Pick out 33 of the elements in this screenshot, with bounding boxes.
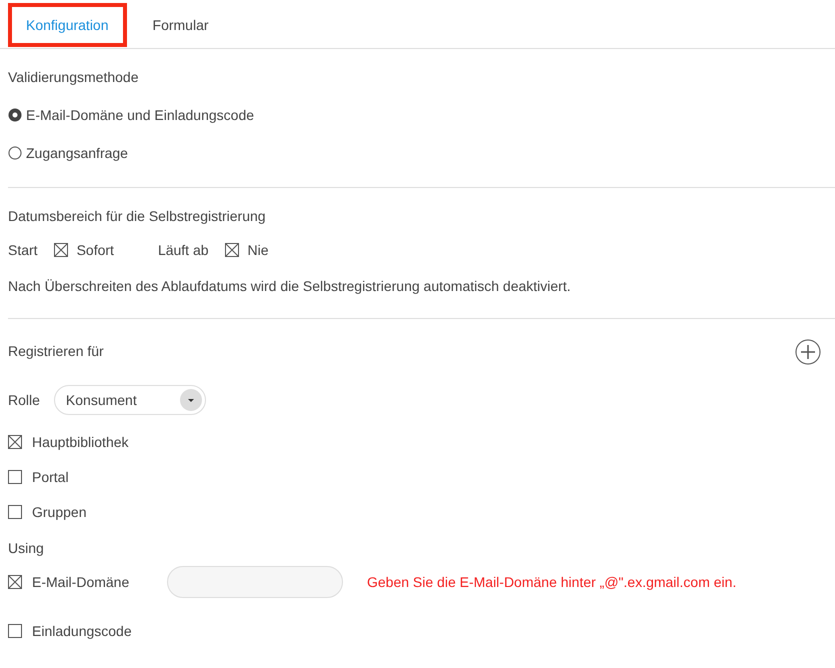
option-label: E-Mail-Domäne und Einladungscode bbox=[26, 107, 254, 123]
radio-button[interactable] bbox=[8, 146, 22, 160]
option-label: Einladungscode bbox=[32, 623, 132, 639]
option-label: Portal bbox=[32, 469, 69, 485]
checkbox[interactable] bbox=[8, 470, 22, 484]
option-label: Sofort bbox=[76, 242, 114, 258]
add-icon[interactable] bbox=[795, 339, 821, 365]
help-text: Nach Überschreiten des Ablaufdatums wird die Selbstregistrierung automatisch deaktiviert. bbox=[8, 278, 572, 294]
section-heading: Validierungsmethode bbox=[8, 69, 138, 85]
section-heading: Registrieren für bbox=[8, 343, 104, 359]
checkbox[interactable] bbox=[8, 505, 22, 519]
field-label: Rolle bbox=[8, 392, 40, 408]
option-label: E-Mail-Domäne bbox=[32, 574, 130, 590]
checkbox[interactable] bbox=[8, 624, 22, 638]
role-dropdown[interactable]: Konsument bbox=[54, 385, 206, 415]
option-label: Gruppen bbox=[32, 504, 86, 520]
section-heading: Datumsbereich für die Selbstregistrierung bbox=[8, 208, 266, 224]
caret-icon bbox=[180, 389, 202, 411]
error-message: Geben Sie die E-Mail-Domäne hinter „@".ex.gmail.com ein. bbox=[367, 574, 736, 590]
field-label: Start bbox=[8, 242, 38, 258]
option-label: Nie bbox=[248, 242, 269, 258]
tab[interactable]: Konfiguration bbox=[8, 3, 127, 47]
tab[interactable]: Formular bbox=[134, 3, 227, 47]
checked-checkbox[interactable] bbox=[8, 575, 22, 589]
checked-checkbox[interactable] bbox=[224, 243, 239, 257]
radio-button[interactable] bbox=[8, 108, 22, 122]
field-label: Läuft ab bbox=[158, 242, 209, 258]
section-heading: Using bbox=[8, 540, 45, 556]
option-label: Hauptbibliothek bbox=[32, 434, 129, 450]
option-label: Zugangsanfrage bbox=[26, 145, 128, 161]
input-field[interactable] bbox=[167, 566, 343, 598]
checked-checkbox[interactable] bbox=[54, 243, 68, 257]
checked-checkbox[interactable] bbox=[8, 435, 22, 449]
